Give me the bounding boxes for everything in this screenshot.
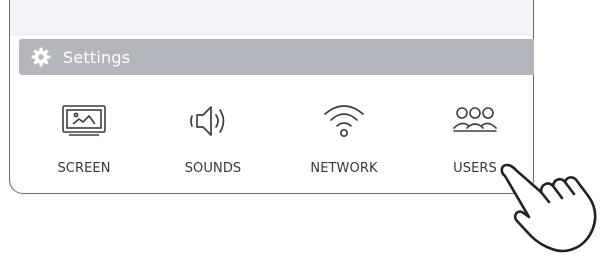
- speaker-icon: [190, 106, 225, 136]
- users-icon: [453, 107, 497, 132]
- gear-icon: [31, 47, 51, 67]
- settings-item-label: SCREEN: [57, 161, 111, 176]
- settings-item-label: NETWORK: [310, 161, 378, 176]
- pointing-hand-icon: [500, 163, 597, 253]
- stage: Settings SCREEN SOUNDS NETWORK USERS: [0, 0, 605, 260]
- settings-item-sounds[interactable]: SOUNDS: [158, 96, 268, 186]
- settings-item-screen[interactable]: SCREEN: [29, 96, 139, 186]
- panel-header-area: [10, 0, 533, 36]
- wifi-icon: [324, 105, 364, 138]
- settings-item-network[interactable]: NETWORK: [289, 96, 399, 186]
- monitor-icon: [62, 105, 106, 136]
- settings-titlebar: Settings: [19, 39, 534, 75]
- settings-item-label: SOUNDS: [184, 161, 242, 176]
- settings-title: Settings: [63, 47, 131, 67]
